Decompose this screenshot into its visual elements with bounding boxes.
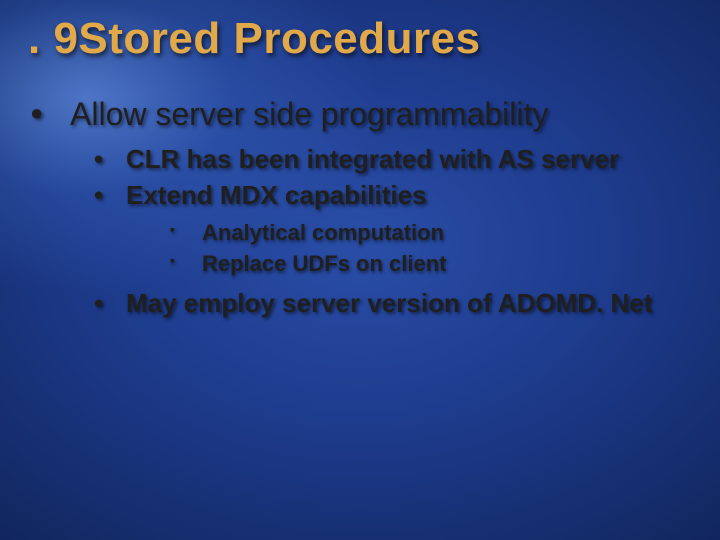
level2-item: CLR has been integrated with AS server — [90, 143, 694, 176]
slide-title: . 9Stored Procedures — [28, 14, 481, 64]
level2-item-label: May employ server version of ADOMD. Net — [126, 288, 652, 318]
level1-item: Allow server side programmability CLR ha… — [26, 96, 694, 320]
slide: . 9Stored Procedures Allow server side p… — [0, 0, 720, 540]
bullet-list-level2: CLR has been integrated with AS server E… — [70, 143, 694, 320]
level1-item-label: Allow server side programmability — [70, 96, 548, 132]
level2-item-label: Extend MDX capabilities — [126, 180, 427, 210]
bullet-list-level1: Allow server side programmability CLR ha… — [26, 96, 694, 320]
bullet-list-level3: Analytical computation Replace UDFs on c… — [126, 218, 694, 279]
level3-item-label: Replace UDFs on client — [202, 251, 447, 276]
level2-item-label: CLR has been integrated with AS server — [126, 144, 619, 174]
level2-item: May employ server version of ADOMD. Net — [90, 287, 694, 320]
level2-item: Extend MDX capabilities Analytical compu… — [90, 179, 694, 279]
slide-body: Allow server side programmability CLR ha… — [26, 96, 694, 324]
level3-item-label: Analytical computation — [202, 220, 444, 245]
level3-item: Analytical computation — [168, 218, 694, 248]
level3-item: Replace UDFs on client — [168, 249, 694, 279]
